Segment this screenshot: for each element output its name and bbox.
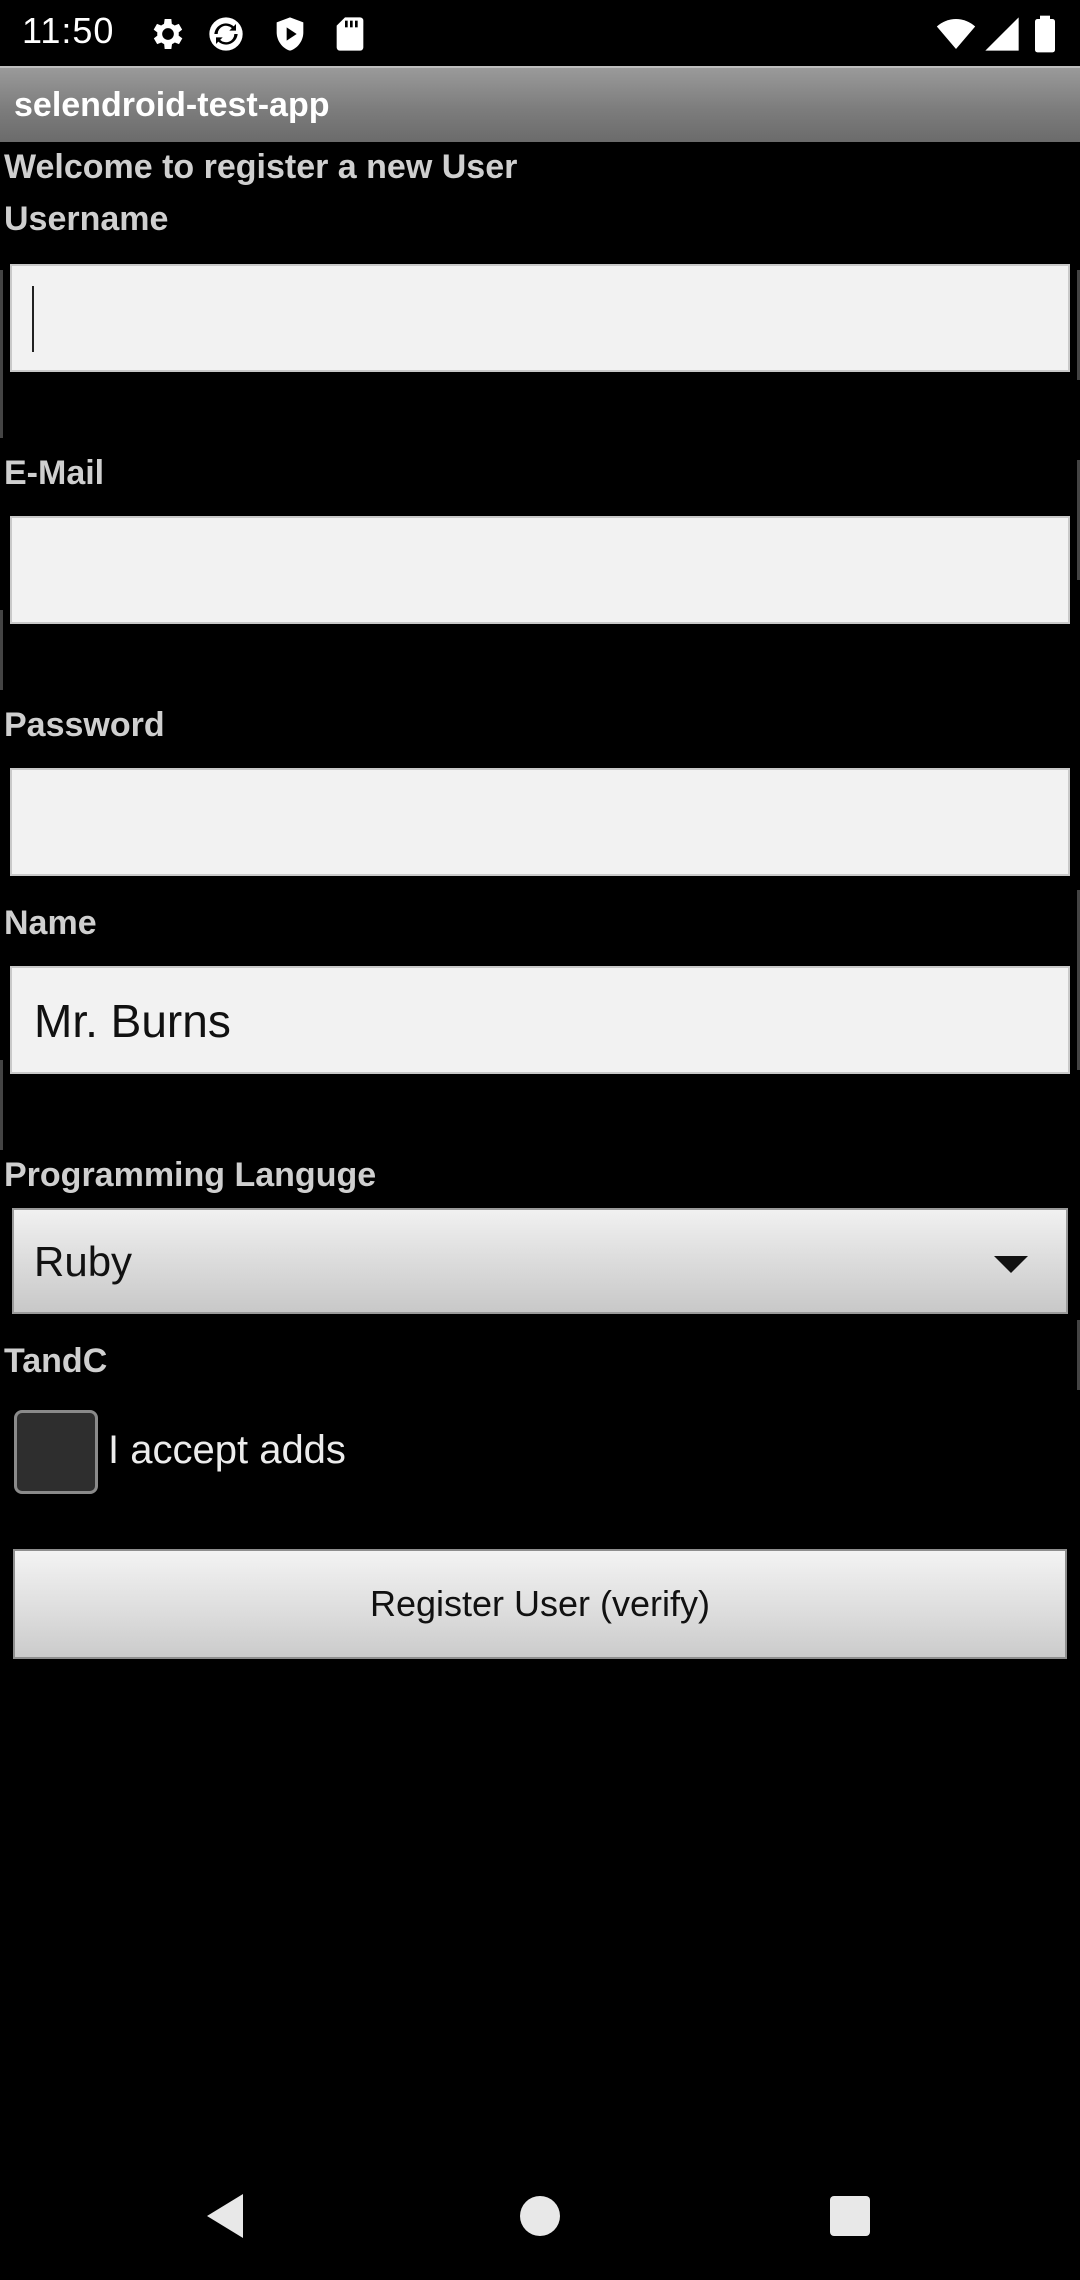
status-bar: 11:50: [0, 0, 1080, 66]
side-divider: [0, 610, 3, 690]
password-label: Password: [4, 706, 165, 744]
name-value: Mr. Burns: [34, 995, 231, 1047]
recents-icon[interactable]: [830, 2196, 870, 2236]
username-label: Username: [4, 200, 169, 238]
username-field[interactable]: [10, 264, 1070, 372]
shield-icon: [276, 17, 304, 51]
app-title: selendroid-test-app: [14, 86, 330, 124]
navigation-bar: [0, 2140, 1080, 2280]
register-user-button[interactable]: Register User (verify): [13, 1549, 1067, 1659]
language-label: Programming Languge: [4, 1156, 377, 1194]
language-spinner[interactable]: Ruby: [12, 1208, 1068, 1314]
dropdown-arrow-icon: [994, 1256, 1028, 1273]
text-cursor: [32, 286, 34, 352]
wifi-icon: [936, 19, 976, 49]
name-field[interactable]: Mr. Burns: [10, 966, 1070, 1074]
app-title-bar: selendroid-test-app: [0, 66, 1080, 142]
side-divider: [0, 1060, 3, 1150]
side-divider: [0, 270, 3, 438]
welcome-text: Welcome to register a new User: [4, 148, 518, 186]
sd-card-icon: [336, 17, 364, 51]
status-time: 11:50: [22, 10, 115, 51]
gear-icon: [153, 19, 183, 49]
email-field[interactable]: [10, 516, 1070, 624]
language-value: Ruby: [34, 1238, 133, 1285]
sync-icon: [209, 17, 243, 51]
name-label: Name: [4, 904, 97, 942]
tandc-label: TandC: [4, 1342, 108, 1380]
home-icon[interactable]: [520, 2196, 560, 2236]
email-label: E-Mail: [4, 454, 105, 492]
battery-icon: [1035, 15, 1055, 53]
cell-signal-icon: [985, 17, 1019, 51]
password-field[interactable]: [10, 768, 1070, 876]
accept-adds-checkbox[interactable]: [14, 1410, 98, 1494]
back-icon[interactable]: [207, 2194, 243, 2238]
accept-adds-label[interactable]: I accept adds: [108, 1428, 346, 1473]
